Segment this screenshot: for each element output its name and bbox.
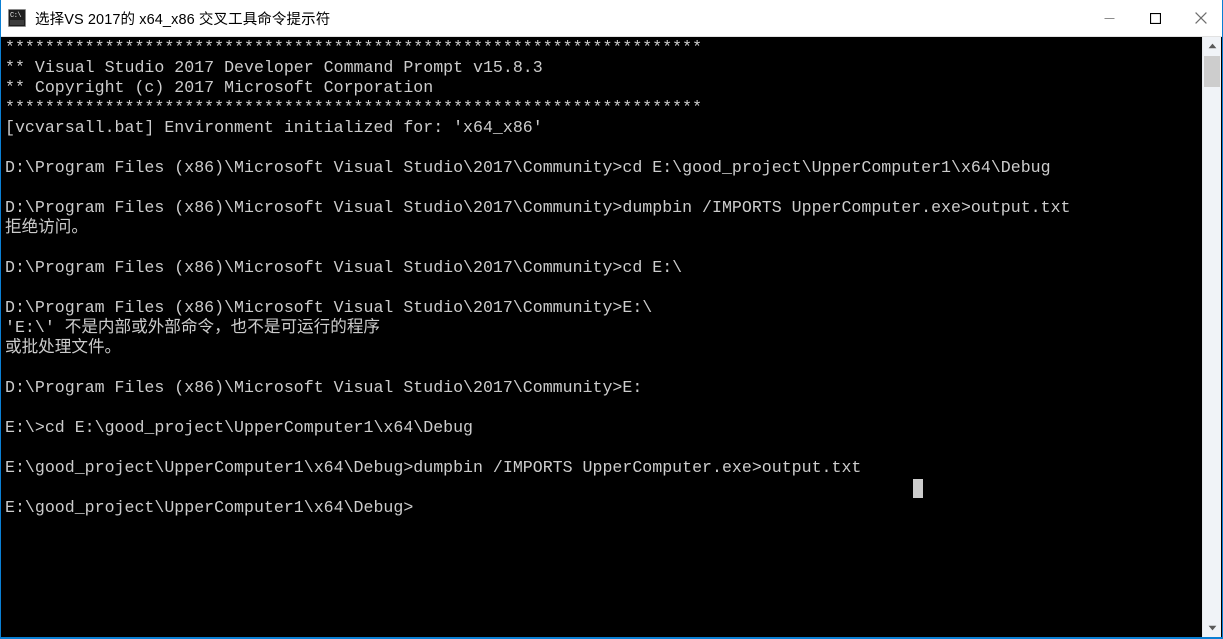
minimize-button[interactable] [1086,0,1132,37]
title-bar[interactable]: 选择VS 2017的 x64_x86 交叉工具命令提示符 [1,0,1222,37]
scroll-up-button[interactable] [1203,37,1221,55]
chevron-down-icon [1208,625,1216,631]
chevron-up-icon [1208,43,1216,49]
vertical-scrollbar[interactable] [1202,37,1221,637]
maximize-icon [1149,12,1161,24]
console-text: ****************************************… [5,38,1071,517]
cmd-console-icon [8,9,26,27]
console-output-area[interactable]: ****************************************… [2,37,1205,637]
scroll-down-button[interactable] [1203,619,1221,637]
window-title: 选择VS 2017的 x64_x86 交叉工具命令提示符 [35,11,331,28]
window-controls [1086,0,1222,37]
minimize-icon [1104,17,1114,19]
console-window: 选择VS 2017的 x64_x86 交叉工具命令提示符 ********* [0,0,1223,639]
text-cursor [913,479,923,498]
scrollbar-thumb[interactable] [1204,56,1220,87]
close-icon [1195,12,1207,24]
close-button[interactable] [1178,0,1222,37]
maximize-button[interactable] [1132,0,1178,37]
